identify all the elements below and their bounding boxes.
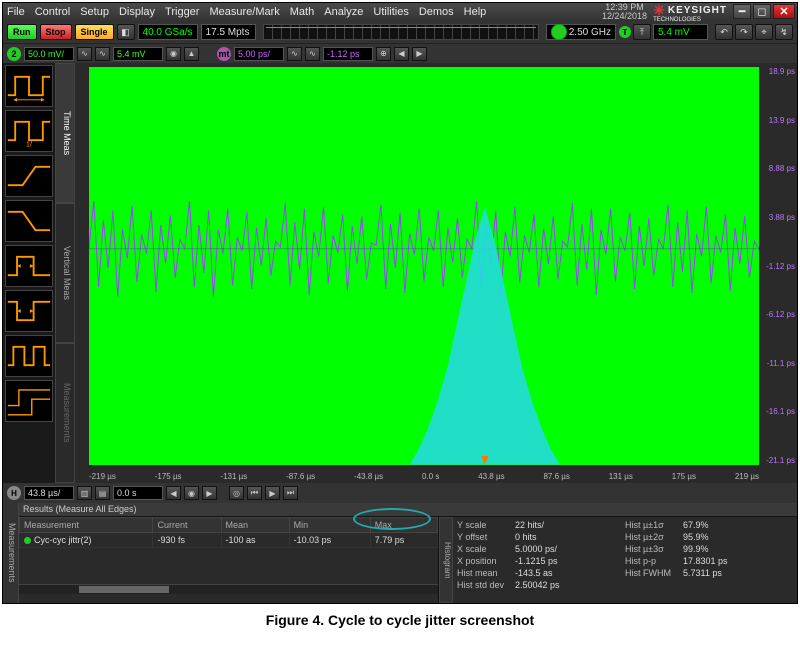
stop-button[interactable]: Stop (40, 24, 72, 40)
histogram-tab[interactable]: Histogram (439, 517, 453, 603)
undo-icon[interactable]: ↶ (715, 24, 733, 40)
horiz-mode2-icon[interactable]: ▤ (95, 486, 110, 500)
math-trend-badge[interactable]: mt (217, 47, 231, 61)
meas-thumb-freq[interactable]: 1/ (5, 110, 53, 152)
figure-caption: Figure 4. Cycle to cycle jitter screensh… (0, 612, 800, 628)
mt-coupling2-icon[interactable]: ∿ (305, 47, 320, 61)
menu-trigger[interactable]: Trigger (165, 6, 199, 18)
waveform-plot[interactable] (89, 67, 759, 465)
channel-toolbar: 2 50.0 mV/ ∿ ∿ 5.4 mV ◉ ▲ mt 5.00 ps/ ∿ … (3, 43, 797, 63)
measurement-thumbnails: 1/ (3, 63, 55, 483)
measurement-sidebar: 1/ Time Meas Vertical Meas Measurements (3, 63, 75, 483)
menu-measure[interactable]: Measure/Mark (209, 6, 279, 18)
mt-scale-field[interactable]: 5.00 ps/ (234, 47, 284, 61)
col-min[interactable]: Min (289, 518, 370, 533)
play-prev-icon[interactable]: ⏮ (247, 486, 262, 500)
minimize-button[interactable]: ━ (733, 4, 751, 19)
horiz-center-icon[interactable]: ◉ (184, 486, 199, 500)
results-scrollbar[interactable] (19, 584, 438, 594)
default-setup-icon[interactable]: ↯ (775, 24, 793, 40)
y-axis-ticks: 18.9 ps13.9 ps8.88 ps3.88 ps-1.12 ps-6.1… (761, 67, 795, 465)
col-max[interactable]: Max (370, 518, 437, 533)
horiz-scale-field[interactable]: 43.8 µs/ (24, 486, 74, 500)
app-window: File Control Setup Display Trigger Measu… (2, 2, 798, 604)
meas-thumb-rise[interactable] (5, 155, 53, 197)
clock: 12:39 PM12/24/2018 (602, 3, 647, 21)
col-current[interactable]: Current (153, 518, 221, 533)
ch2-coupling-dc-icon[interactable]: ∿ (95, 47, 110, 61)
meas-thumb-delay[interactable] (5, 380, 53, 422)
horiz-right-icon[interactable]: ▶ (202, 486, 217, 500)
svg-text:1/: 1/ (26, 140, 33, 149)
waveform-area[interactable]: 18.9 ps13.9 ps8.88 ps3.88 ps-1.12 ps-6.1… (75, 63, 797, 483)
menu-display[interactable]: Display (119, 6, 155, 18)
zoom-icon[interactable]: ◎ (229, 486, 244, 500)
results-side-tab[interactable]: Measurements (3, 503, 19, 603)
horizontal-badge: H (7, 486, 21, 500)
mt-next-icon[interactable]: ▶ (412, 47, 427, 61)
trigger-level-field[interactable]: 5.4 mV (653, 24, 708, 40)
brand-logo: ✳KEYSIGHTTECHNOLOGIES (653, 2, 727, 23)
trigger-indicator: T (619, 26, 631, 38)
col-mean[interactable]: Mean (221, 518, 289, 533)
menu-help[interactable]: Help (464, 6, 487, 18)
meas-thumb-duty[interactable] (5, 335, 53, 377)
autoscale-icon[interactable]: ⌖ (755, 24, 773, 40)
mt-offset-field[interactable]: -1.12 ps (323, 47, 373, 61)
ch2-offset-up-icon[interactable]: ▲ (184, 47, 199, 61)
horizontal-toolbar: H 43.8 µs/ ▥ ▤ 0.0 s ◀ ◉ ▶ ◎ ⏮ ▶ ⏭ (3, 483, 797, 503)
histogram-stats: Y scale22 hits/ Y offset0 hits X scale5.… (453, 517, 797, 597)
col-measurement[interactable]: Measurement (20, 518, 153, 533)
trigger-slope-icon[interactable]: ⤒ (633, 24, 651, 40)
results-title: Results (Measure All Edges) (19, 503, 797, 517)
bandwidth-field[interactable]: 2.50 GHz (546, 24, 616, 40)
ch2-scale-field[interactable]: 50.0 mV/ (24, 47, 74, 61)
menu-math[interactable]: Math (290, 6, 314, 18)
horiz-pos-field[interactable]: 0.0 s (113, 486, 163, 500)
menu-demos[interactable]: Demos (419, 6, 454, 18)
sidebar-tab-measurements[interactable]: Measurements (55, 343, 75, 483)
redo-icon[interactable]: ↷ (735, 24, 753, 40)
menu-bar: File Control Setup Display Trigger Measu… (3, 3, 797, 21)
clear-display-icon[interactable]: ◧ (117, 24, 135, 40)
mt-prev-icon[interactable]: ◀ (394, 47, 409, 61)
single-button[interactable]: Single (75, 24, 114, 40)
histogram-overlay (391, 186, 579, 465)
mt-center-icon[interactable]: ⊕ (376, 47, 391, 61)
sidebar-tab-vertical[interactable]: Vertical Meas (55, 203, 75, 343)
x-axis-ticks: -219 µs-175 µs-131 µs-87.6 µs-43.8 µs0.0… (89, 472, 759, 481)
channel-2-badge[interactable]: 2 (7, 47, 21, 61)
maximize-button[interactable]: ◻ (753, 4, 771, 19)
results-table: Measurement Current Mean Min Max Cyc-cyc… (19, 517, 439, 603)
menu-analyze[interactable]: Analyze (324, 6, 363, 18)
meas-thumb-poswidth[interactable] (5, 245, 53, 287)
results-panel: Measurements Results (Measure All Edges)… (3, 503, 797, 603)
meas-thumb-fall[interactable] (5, 200, 53, 242)
acquisition-toolbar: Run Stop Single ◧ 40.0 GSa/s 17.5 Mpts 2… (3, 21, 797, 43)
run-button[interactable]: Run (7, 24, 37, 40)
menu-file[interactable]: File (7, 6, 25, 18)
ch2-coupling-ac-icon[interactable]: ∿ (77, 47, 92, 61)
mem-depth-field[interactable]: 17.5 Mpts (201, 24, 256, 40)
horizontal-overview[interactable] (263, 24, 539, 40)
menu-control[interactable]: Control (35, 6, 70, 18)
mt-coupling-icon[interactable]: ∿ (287, 47, 302, 61)
menu-utilities[interactable]: Utilities (373, 6, 408, 18)
ch2-offset-down-icon[interactable]: ◉ (166, 47, 181, 61)
horiz-mode1-icon[interactable]: ▥ (77, 486, 92, 500)
horiz-left-icon[interactable]: ◀ (166, 486, 181, 500)
play-icon[interactable]: ▶ (265, 486, 280, 500)
sidebar-tab-time[interactable]: Time Meas (55, 63, 75, 203)
ch2-offset-field[interactable]: 5.4 mV (113, 47, 163, 61)
table-row[interactable]: Cyc-cyc jittr(2) -930 fs -100 as -10.03 … (20, 533, 438, 548)
meas-thumb-period[interactable] (5, 65, 53, 107)
meas-thumb-negwidth[interactable] (5, 290, 53, 332)
sample-rate-field[interactable]: 40.0 GSa/s (138, 24, 198, 40)
play-next-icon[interactable]: ⏭ (283, 486, 298, 500)
close-button[interactable]: ✕ (773, 4, 795, 19)
menu-setup[interactable]: Setup (80, 6, 109, 18)
